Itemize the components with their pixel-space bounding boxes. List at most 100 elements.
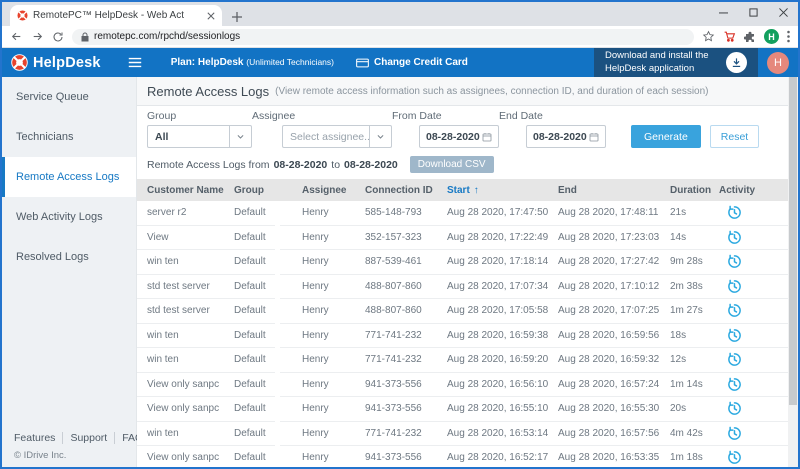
table-row: win tenDefaultHenry771-741-232Aug 28 202… <box>137 348 788 373</box>
back-icon[interactable] <box>10 30 23 43</box>
footer-link-features[interactable]: Features <box>14 432 63 444</box>
end-date-label: End Date <box>499 110 606 122</box>
end-date-input[interactable]: 08-28-2020 <box>526 125 606 148</box>
vertical-scrollbar[interactable] <box>788 77 798 467</box>
table-row: View only sanpcDefaultHenry941-373-556Au… <box>137 397 788 422</box>
sidebar-item-service-queue[interactable]: Service Queue <box>2 77 136 117</box>
cell-assignee: Henry <box>302 452 365 463</box>
refresh-icon[interactable] <box>52 31 64 43</box>
bookmark-star-icon[interactable] <box>702 30 715 43</box>
sidebar-item-technicians[interactable]: Technicians <box>2 117 136 157</box>
activity-history-icon[interactable] <box>719 230 761 245</box>
credit-card-icon <box>356 58 369 68</box>
column-header-connection-id[interactable]: Connection ID <box>365 185 447 196</box>
cell-assignee: Henry <box>302 330 365 341</box>
cell-group: Default <box>234 452 302 463</box>
download-app-panel[interactable]: Download and install the HelpDesk applic… <box>594 48 758 77</box>
cell-connection-id: 941-373-556 <box>365 452 447 463</box>
cell-duration: 4m 42s <box>670 428 719 439</box>
cell-start: Aug 28 2020, 17:18:14 <box>447 256 558 267</box>
cell-assignee: Henry <box>302 207 365 218</box>
cell-start: Aug 28 2020, 17:22:49 <box>447 232 558 243</box>
summary-to-date: 08-28-2020 <box>340 159 402 171</box>
sidebar: Service Queue Technicians Remote Access … <box>2 77 137 467</box>
footer-link-support[interactable]: Support <box>63 432 115 444</box>
from-date-value: 08-28-2020 <box>426 131 480 143</box>
user-avatar[interactable]: H <box>767 52 789 74</box>
chevron-down-icon <box>229 126 251 147</box>
window-maximize-button[interactable] <box>738 2 768 23</box>
end-date-value: 08-28-2020 <box>533 131 587 143</box>
column-header-group[interactable]: Group <box>234 185 302 196</box>
generate-button[interactable]: Generate <box>631 125 701 148</box>
cell-start: Aug 28 2020, 16:53:14 <box>447 428 558 439</box>
sort-ascending-icon: ↑ <box>474 185 479 196</box>
cell-duration: 1m 27s <box>670 305 719 316</box>
change-credit-card-button[interactable]: Change Credit Card <box>356 57 468 68</box>
activity-history-icon[interactable] <box>719 352 761 367</box>
activity-history-icon[interactable] <box>719 279 761 294</box>
browser-profile-avatar[interactable]: H <box>764 29 779 44</box>
browser-tab[interactable]: RemotePC™ HelpDesk - Web Act <box>10 5 222 26</box>
from-date-input[interactable]: 08-28-2020 <box>419 125 499 148</box>
cell-group: Default <box>234 379 302 390</box>
sidebar-item-resolved-logs[interactable]: Resolved Logs <box>2 237 136 277</box>
column-header-customer-name[interactable]: Customer Name <box>147 185 234 196</box>
table-row: win tenDefaultHenry771-741-232Aug 28 202… <box>137 422 788 447</box>
download-csv-button[interactable]: Download CSV <box>410 156 494 173</box>
scrollbar-thumb[interactable] <box>789 77 797 405</box>
activity-history-icon[interactable] <box>719 401 761 416</box>
cart-extension-icon[interactable] <box>723 30 736 43</box>
download-app-text: Download and install the HelpDesk applic… <box>605 50 717 75</box>
cell-group: Default <box>234 256 302 267</box>
sidebar-item-web-activity-logs[interactable]: Web Activity Logs <box>2 197 136 237</box>
column-header-activity: Activity <box>719 185 761 196</box>
page-title: Remote Access Logs <box>147 84 269 99</box>
cell-group: Default <box>234 403 302 414</box>
cell-duration: 12s <box>670 354 719 365</box>
column-header-end[interactable]: End <box>558 185 670 196</box>
column-header-start[interactable]: Start↑ <box>447 185 558 196</box>
extensions-puzzle-icon[interactable] <box>744 31 756 43</box>
new-tab-button[interactable] <box>232 12 242 22</box>
forward-icon[interactable] <box>31 30 44 43</box>
activity-history-icon[interactable] <box>719 328 761 343</box>
cell-end: Aug 28 2020, 17:10:12 <box>558 281 670 292</box>
from-date-label: From Date <box>392 110 499 122</box>
browser-tab-strip: RemotePC™ HelpDesk - Web Act <box>2 2 798 26</box>
reset-button[interactable]: Reset <box>710 125 759 148</box>
helpdesk-logo: HelpDesk <box>11 54 101 71</box>
activity-history-icon[interactable] <box>719 450 761 465</box>
cell-group: Default <box>234 330 302 341</box>
assignee-select-placeholder: Select assignee... <box>283 131 369 143</box>
activity-history-icon[interactable] <box>719 303 761 318</box>
group-select[interactable]: All <box>147 125 252 148</box>
cell-end: Aug 28 2020, 16:57:24 <box>558 379 670 390</box>
table-header-row: Customer Name Group Assignee Connection … <box>137 179 788 201</box>
activity-history-icon[interactable] <box>719 426 761 441</box>
cell-connection-id: 771-741-232 <box>365 330 447 341</box>
cell-customer-name: win ten <box>147 256 234 267</box>
download-icon[interactable] <box>726 52 747 73</box>
window-minimize-button[interactable] <box>708 2 738 23</box>
summary-prefix: Remote Access Logs from <box>147 159 270 171</box>
summary-joiner: to <box>331 159 340 171</box>
cell-customer-name: std test server <box>147 305 234 316</box>
activity-history-icon[interactable] <box>719 205 761 220</box>
browser-menu-icon[interactable] <box>787 30 790 43</box>
cell-group: Default <box>234 428 302 439</box>
assignee-select[interactable]: Select assignee... <box>282 125 392 148</box>
activity-history-icon[interactable] <box>719 254 761 269</box>
address-bar[interactable]: remotepc.com/rpchd/sessionlogs <box>72 29 694 45</box>
table-row: win tenDefaultHenry887-539-461Aug 28 202… <box>137 250 788 275</box>
tab-close-icon[interactable] <box>207 12 215 20</box>
sidebar-item-remote-access-logs[interactable]: Remote Access Logs <box>2 157 136 197</box>
table-body: server r2DefaultHenry585-148-793Aug 28 2… <box>137 201 788 467</box>
cell-group: Default <box>234 207 302 218</box>
column-header-assignee[interactable]: Assignee <box>302 185 365 196</box>
hamburger-menu-icon[interactable] <box>128 57 142 68</box>
cell-group: Default <box>234 305 302 316</box>
column-header-duration[interactable]: Duration <box>670 185 719 196</box>
window-close-button[interactable] <box>768 2 798 23</box>
activity-history-icon[interactable] <box>719 377 761 392</box>
